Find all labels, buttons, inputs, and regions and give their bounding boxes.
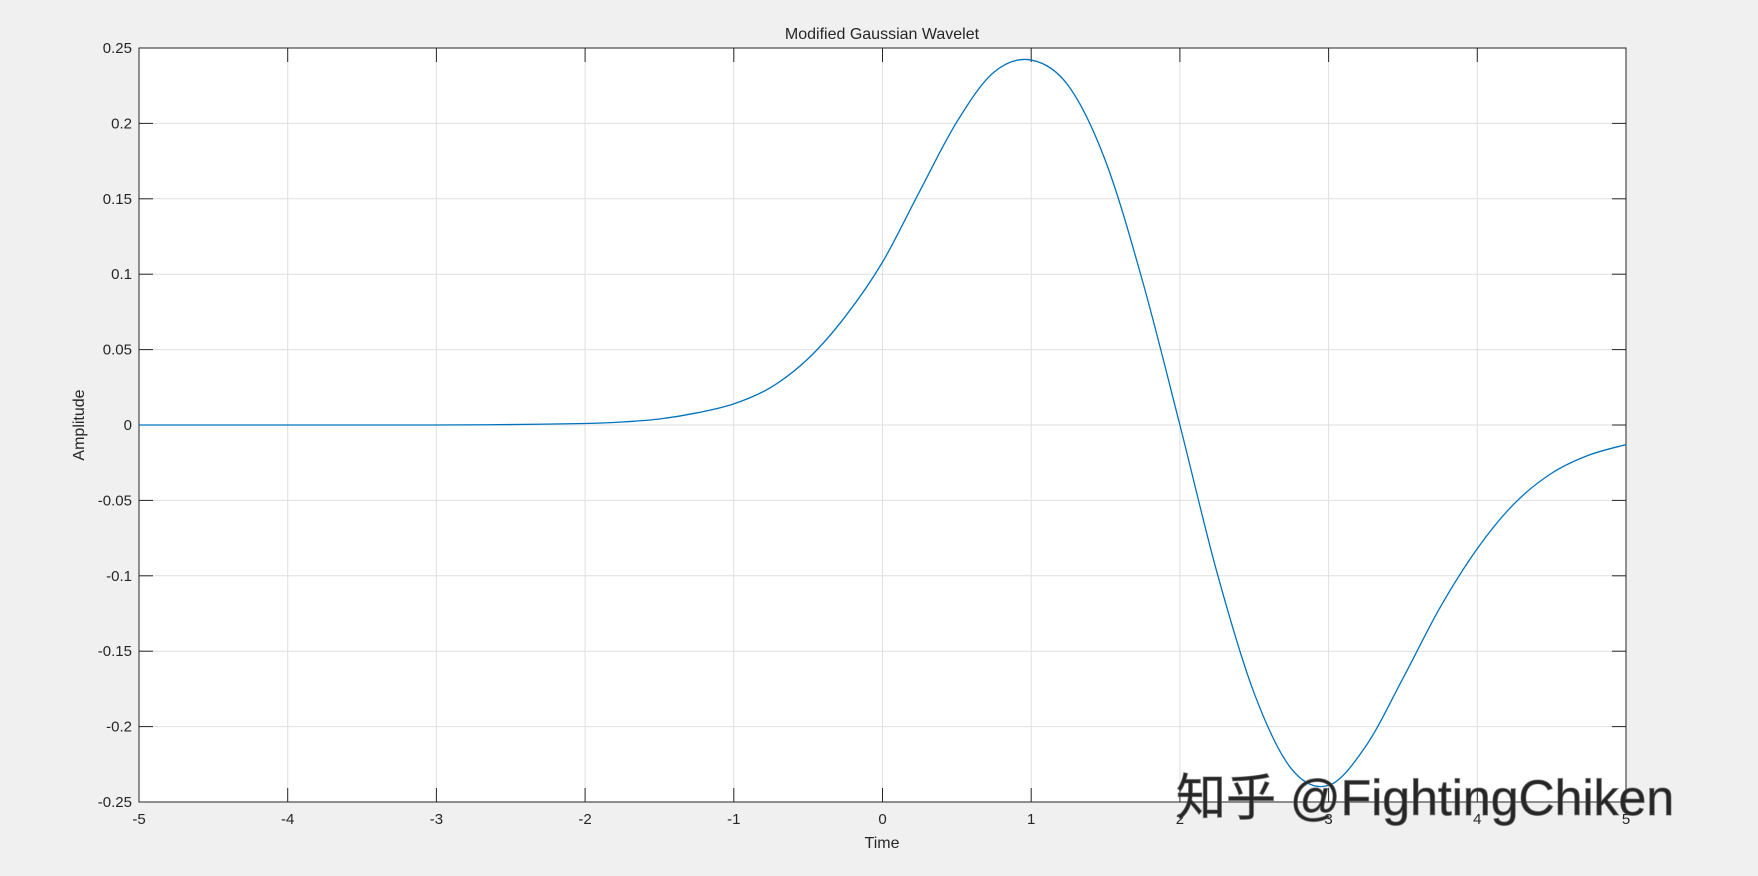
x-tick-label: 0 — [878, 811, 886, 828]
y-tick-label: -0.2 — [106, 719, 132, 736]
y-tick-label: 0.15 — [103, 191, 132, 208]
x-axis-title: Time — [865, 835, 900, 852]
x-tick-label: -2 — [578, 811, 591, 828]
y-tick-label: -0.1 — [106, 568, 132, 585]
x-tick-label: -3 — [430, 811, 443, 828]
y-tick-label: 0.05 — [103, 342, 132, 359]
y-tick-label: 0 — [124, 417, 132, 434]
y-tick-label: -0.25 — [98, 794, 132, 811]
x-tick-label: -1 — [727, 811, 740, 828]
y-tick-label: 0.25 — [103, 40, 132, 57]
y-tick-label: 0.1 — [111, 266, 132, 283]
x-tick-label: -4 — [281, 811, 294, 828]
y-tick-label: 0.2 — [111, 115, 132, 132]
y-axis-title: Amplitude — [71, 389, 88, 460]
watermark-text: 知乎 @FightingChiken — [1176, 770, 1674, 826]
figure: -5 -4 -3 -2 -1 0 1 2 3 4 5 0.250.20.150.10.050-0.0… — [0, 0, 1758, 876]
x-tick-label: 1 — [1027, 811, 1035, 828]
y-tick-label: -0.05 — [98, 492, 132, 509]
y-tick-label: -0.15 — [98, 643, 132, 660]
x-tick-label: -5 — [132, 811, 145, 828]
chart-title: Modified Gaussian Wavelet — [785, 26, 980, 43]
